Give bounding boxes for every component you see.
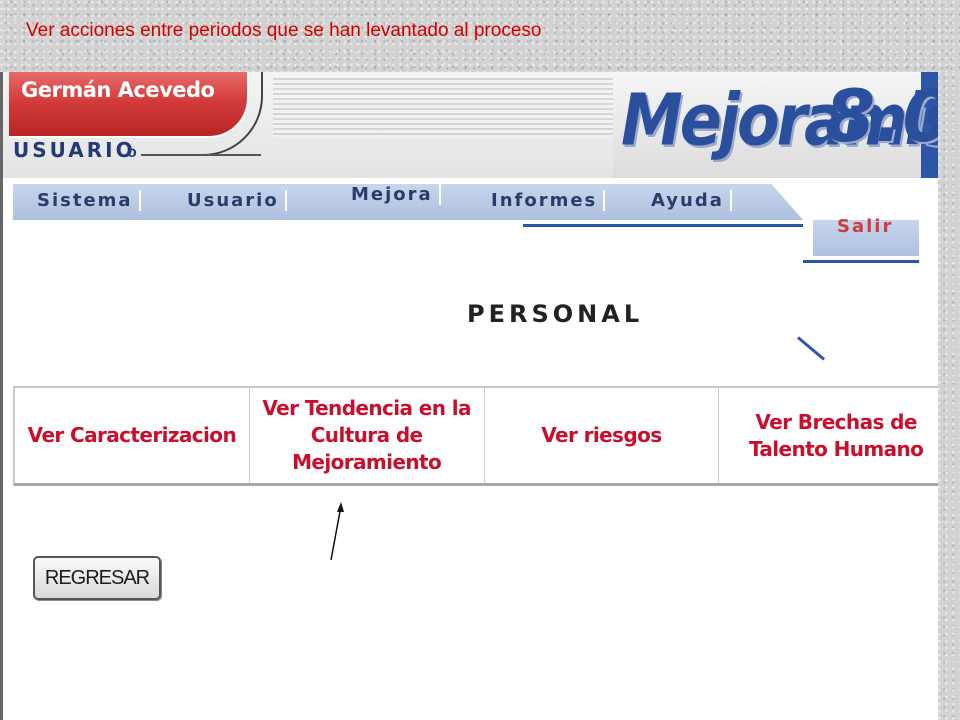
nav-item-ayuda[interactable]: Ayuda (651, 190, 732, 211)
nav-item-informes[interactable]: Informes (491, 190, 606, 211)
user-label: USUARIO (13, 138, 136, 162)
salir-underline (803, 260, 919, 263)
slide-background-strip (938, 72, 960, 720)
option-ver-riesgos[interactable]: Ver riesgos (485, 388, 720, 483)
nav-diagonal (797, 336, 826, 361)
regresar-button[interactable]: REGRESAR (33, 556, 161, 600)
salir-link[interactable]: Salir (837, 216, 893, 237)
main-nav: Sistema Usuario Mejora Informes Ayuda (3, 184, 938, 361)
nav-item-sistema[interactable]: Sistema (37, 190, 141, 211)
user-underline (141, 154, 261, 156)
nav-underline (523, 224, 803, 227)
pointer-arrow-icon (330, 502, 344, 561)
option-ver-caracterizacion[interactable]: Ver Caracterizacion (15, 388, 250, 483)
option-ver-brechas[interactable]: Ver Brechas de Talento Humano (719, 388, 938, 483)
app-screenshot: Germán Acevedo USUARIO o Mejoramiso 8.0 … (0, 72, 938, 720)
options-table: Ver Caracterizacion Ver Tendencia en la … (13, 386, 938, 486)
slide-title: Ver acciones entre periodos que se han l… (26, 20, 542, 41)
nav-item-mejora[interactable]: Mejora (351, 184, 441, 205)
app-banner: Germán Acevedo USUARIO o Mejoramiso 8.0 (3, 72, 938, 178)
nav-item-usuario[interactable]: Usuario (187, 190, 287, 211)
user-suffix: o (127, 144, 137, 161)
page-title: PERSONAL (467, 300, 644, 328)
banner-stripes (273, 78, 613, 138)
banner-arc (183, 72, 263, 156)
option-ver-tendencia[interactable]: Ver Tendencia en la Cultura de Mejoramie… (250, 388, 485, 483)
app-version: 8.0 (825, 74, 938, 158)
